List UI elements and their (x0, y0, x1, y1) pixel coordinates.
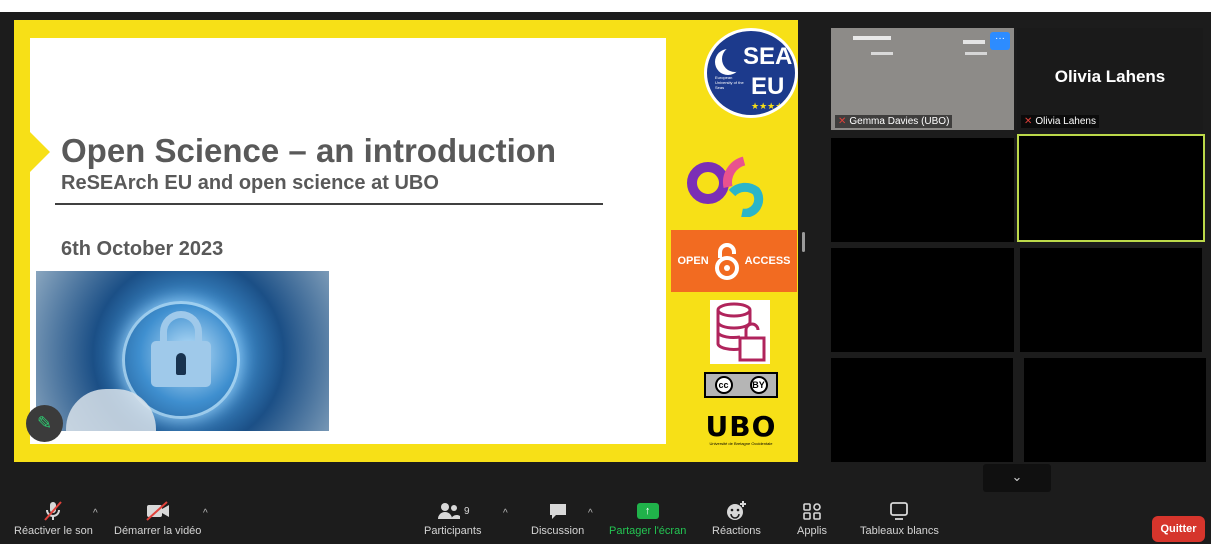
reactions-label: Réactions (712, 525, 761, 537)
video-options-caret[interactable]: ^ (203, 508, 208, 519)
open-lock-icon (714, 243, 739, 280)
ceiling-light (871, 52, 893, 55)
apps-button[interactable]: Applis (797, 500, 827, 537)
start-video-label: Démarrer la vidéo (114, 525, 202, 537)
mic-off-icon: ✕ (1024, 116, 1033, 127)
participant-name: Olivia Lahens (1035, 116, 1096, 127)
more-options-button[interactable]: ··· (990, 32, 1010, 50)
participant-tile[interactable] (1024, 358, 1206, 462)
zoom-meeting-window: Open Science – an introduction ReSEArch … (0, 12, 1211, 544)
chevron-down-icon: ⌄ (1011, 469, 1023, 484)
creative-commons-by-logo: cc BY (704, 372, 778, 398)
participant-tile[interactable] (831, 248, 1014, 352)
unmute-button[interactable]: Réactiver le son (14, 500, 93, 537)
sea-eu-logo-sea: SEA (743, 43, 793, 70)
apps-label: Applis (797, 525, 827, 537)
audio-options-caret[interactable]: ^ (93, 508, 98, 519)
participant-tile[interactable] (1020, 248, 1202, 352)
reactions-button[interactable]: Réactions (712, 500, 761, 537)
unmute-label: Réactiver le son (14, 525, 93, 537)
slide-subtitle: ReSEArch EU and open science at UBO (61, 172, 439, 194)
whiteboard-icon (888, 500, 910, 522)
open-access-right-text: ACCESS (744, 255, 791, 267)
panel-resize-handle[interactable] (802, 232, 805, 252)
cyber-lock-photo (36, 271, 329, 431)
participant-tile[interactable] (831, 138, 1014, 242)
ubo-logo: UBO Université de Bretagne Occidentale (694, 413, 788, 457)
participant-tile-active-speaker[interactable] (1017, 134, 1205, 242)
sea-eu-logo-text: European University of the Seas (715, 75, 744, 90)
people-icon: 9 (436, 500, 470, 522)
ceiling-light (965, 52, 987, 55)
sea-eu-logo-eu: EU (751, 73, 785, 100)
whiteboards-label: Tableaux blancs (860, 525, 939, 537)
keyhole (176, 353, 186, 375)
open-data-logo (710, 300, 770, 364)
chat-bubble-icon (547, 500, 569, 522)
meeting-toolbar: Réactiver le son ^ Démarrer la vidéo ^ 9… (0, 494, 1211, 544)
chat-options-caret[interactable]: ^ (588, 508, 593, 519)
participant-name-label: ✕ Olivia Lahens (1021, 115, 1099, 128)
leave-meeting-button[interactable]: Quitter (1152, 516, 1205, 542)
participant-name-label: ✕ Gemma Davies (UBO) (835, 115, 953, 128)
star-icons: ★★★★ (751, 101, 784, 111)
ubo-logo-text: UBO (705, 410, 777, 443)
share-screen-icon: ↑ (636, 500, 659, 522)
by-icon: BY (749, 376, 768, 394)
ceiling-light (963, 40, 985, 44)
slide-title: Open Science – an introduction (61, 132, 557, 169)
chat-button[interactable]: Discussion (531, 500, 584, 537)
participant-display-name: Olivia Lahens (1054, 67, 1166, 86)
open-science-logo (687, 156, 764, 217)
gallery-collapse-button[interactable]: ⌄ (983, 464, 1051, 492)
share-screen-label: Partager l'écran (609, 525, 687, 537)
participants-label: Participants (424, 525, 482, 537)
participant-name: Gemma Davies (UBO) (849, 116, 950, 127)
mic-off-icon (42, 500, 64, 522)
open-access-left-text: OPEN (677, 255, 709, 267)
smiley-plus-icon (725, 500, 747, 522)
slide-arrow-decoration (28, 130, 50, 174)
sea-eu-logo: SEA EU European University of the Seas ★… (704, 28, 798, 118)
cc-icon: cc (714, 376, 733, 394)
chat-label: Discussion (531, 525, 585, 537)
participant-tile-gemma[interactable]: ··· ✕ Gemma Davies (UBO) (831, 28, 1014, 130)
video-off-icon (145, 500, 171, 522)
participant-tile[interactable] (831, 358, 1013, 462)
annotate-pencil-button[interactable]: ✎ (26, 405, 63, 442)
participant-tile-olivia[interactable]: Olivia Lahens ✕ Olivia Lahens (1017, 28, 1203, 130)
shared-screen-slide: Open Science – an introduction ReSEArch … (14, 20, 798, 462)
start-video-button[interactable]: Démarrer la vidéo (114, 500, 201, 537)
slide-date: 6th October 2023 (61, 238, 224, 260)
whiteboards-button[interactable]: Tableaux blancs (860, 500, 939, 537)
ceiling-light (853, 36, 891, 40)
participants-button[interactable]: 9 Participants (424, 500, 481, 537)
participants-options-caret[interactable]: ^ (503, 508, 508, 519)
apps-icon (801, 500, 823, 522)
slide-divider (55, 203, 603, 205)
pencil-icon: ✎ (36, 413, 53, 433)
share-screen-button[interactable]: ↑ Partager l'écran (609, 500, 686, 537)
open-access-logo: OPEN ACCESS (671, 230, 797, 292)
mic-off-icon: ✕ (838, 116, 847, 127)
participants-count: 9 (463, 505, 470, 517)
